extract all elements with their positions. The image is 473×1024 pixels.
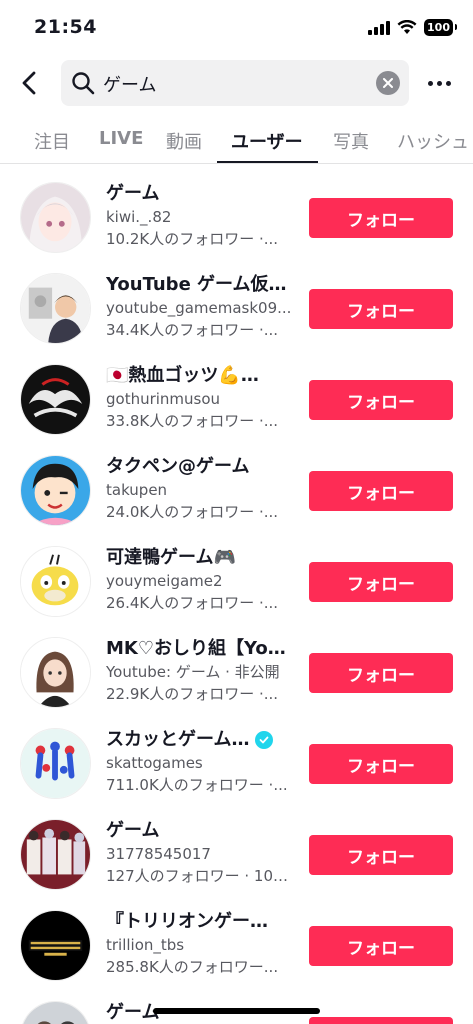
user-id: trillion_tbs xyxy=(106,936,185,954)
list-item[interactable]: タクペン@ゲーム takupen 24.0K人のフォロワー ·... フォロー xyxy=(0,437,473,528)
list-item[interactable]: ゲーム kiwi._.82 10.2K人のフォロワー ·... フォロー xyxy=(0,164,473,255)
user-id: takupen xyxy=(106,481,168,499)
cellular-signal-icon xyxy=(368,20,390,35)
follower-count: 285.8K人のフォロワー... xyxy=(106,958,279,976)
user-name: スカッとゲーム… xyxy=(106,728,296,752)
follower-count: 127人のフォロワー · 10… xyxy=(106,867,289,885)
user-name: タクペン@ゲーム xyxy=(106,456,250,477)
tab-hashtags[interactable]: ハッシュ xyxy=(397,128,469,154)
tab-users[interactable]: ユーザー xyxy=(231,128,303,154)
back-button[interactable] xyxy=(14,68,44,98)
user-name: ゲーム xyxy=(106,183,160,204)
search-tabs: 注目 LIVE 動画 ユーザー 写真 ハッシュ xyxy=(0,118,473,164)
avatar[interactable] xyxy=(20,182,91,253)
user-id: youymeigame2 xyxy=(106,572,223,590)
follow-button[interactable]: フォロー xyxy=(309,1017,453,1024)
list-item[interactable]: 可達鴨ゲーム🎮 youymeigame2 26.4K人のフォロワー ·... フ… xyxy=(0,528,473,619)
user-name: 可達鴨ゲーム🎮 xyxy=(106,547,236,568)
follow-button[interactable]: フォロー xyxy=(309,198,453,238)
user-info: MK♡おしり組【Yo… Youtube: ゲーム · 非公開 22.9K人のフォ… xyxy=(106,637,296,705)
list-item[interactable]: ゲーム 31778545017 127人のフォロワー · 10… フォロー xyxy=(0,801,473,892)
list-item[interactable]: ゲーム フォロー xyxy=(0,983,473,1024)
user-id: 31778545017 xyxy=(106,845,211,863)
user-info: タクペン@ゲーム takupen 24.0K人のフォロワー ·... xyxy=(106,455,296,523)
user-name: 🇯🇵熱血ゴッツ💪… xyxy=(106,365,259,386)
user-info: 『トリリオンゲー… trillion_tbs 285.8K人のフォロワー... xyxy=(106,910,296,978)
close-icon xyxy=(383,78,393,88)
follower-count: 711.0K人のフォロワー ·... xyxy=(106,776,288,794)
avatar[interactable] xyxy=(20,364,91,435)
follow-button[interactable]: フォロー xyxy=(309,835,453,875)
tab-top[interactable]: 注目 xyxy=(34,128,70,154)
user-info: YouTube ゲーム仮… youtube_gamemask09... 34.4… xyxy=(106,273,296,341)
user-id: skattogames xyxy=(106,754,203,772)
search-header: ゲーム xyxy=(0,60,473,106)
tab-photos[interactable]: 写真 xyxy=(333,128,369,154)
list-item[interactable]: 『トリリオンゲー… trillion_tbs 285.8K人のフォロワー... … xyxy=(0,892,473,983)
follower-count: 10.2K人のフォロワー ·... xyxy=(106,230,279,248)
user-name: 『トリリオンゲー… xyxy=(106,911,268,932)
user-name: MK♡おしり組【Yo… xyxy=(106,638,286,659)
verified-badge-icon xyxy=(255,731,274,749)
user-info: ゲーム 31778545017 127人のフォロワー · 10… xyxy=(106,819,296,887)
avatar[interactable] xyxy=(20,910,91,981)
user-name: YouTube ゲーム仮… xyxy=(106,274,287,295)
user-info: ゲーム kiwi._.82 10.2K人のフォロワー ·... xyxy=(106,182,296,250)
follow-button[interactable]: フォロー xyxy=(309,289,453,329)
battery-icon: 100 xyxy=(424,19,457,36)
user-results-list: ゲーム kiwi._.82 10.2K人のフォロワー ·... フォロー You… xyxy=(0,164,473,1024)
avatar[interactable] xyxy=(20,455,91,526)
avatar[interactable] xyxy=(20,819,91,890)
user-id: kiwi._.82 xyxy=(106,208,172,226)
avatar[interactable] xyxy=(20,637,91,708)
list-item[interactable]: 🇯🇵熱血ゴッツ💪… gothurinmusou 33.8K人のフォロワー ·..… xyxy=(0,346,473,437)
user-info: 🇯🇵熱血ゴッツ💪… gothurinmusou 33.8K人のフォロワー ·..… xyxy=(106,364,296,432)
follower-count: 33.8K人のフォロワー ·... xyxy=(106,412,279,430)
status-icons: 100 xyxy=(368,19,457,36)
status-time: 21:54 xyxy=(34,16,97,38)
user-info: 可達鴨ゲーム🎮 youymeigame2 26.4K人のフォロワー ·... xyxy=(106,546,296,614)
follow-button[interactable]: フォロー xyxy=(309,653,453,693)
more-options-button[interactable] xyxy=(424,68,454,98)
search-query: ゲーム xyxy=(103,75,157,96)
user-info: スカッとゲーム… skattogames 711.0K人のフォロワー ·... xyxy=(106,728,296,796)
follower-count: 22.9K人のフォロワー ·... xyxy=(106,685,279,703)
follower-count: 24.0K人のフォロワー ·... xyxy=(106,503,279,521)
avatar[interactable] xyxy=(20,546,91,617)
list-item[interactable]: スカッとゲーム… skattogames 711.0K人のフォロワー ·... … xyxy=(0,710,473,801)
list-item[interactable]: YouTube ゲーム仮… youtube_gamemask09... 34.4… xyxy=(0,255,473,346)
user-id: gothurinmusou xyxy=(106,390,221,408)
follow-button[interactable]: フォロー xyxy=(309,926,453,966)
follow-button[interactable]: フォロー xyxy=(309,380,453,420)
follower-count: 34.4K人のフォロワー ·... xyxy=(106,321,279,339)
follow-button[interactable]: フォロー xyxy=(309,471,453,511)
clear-search-button[interactable] xyxy=(376,71,400,95)
follow-button[interactable]: フォロー xyxy=(309,562,453,602)
avatar[interactable] xyxy=(20,728,91,799)
tab-videos[interactable]: 動画 xyxy=(166,128,202,154)
home-indicator[interactable] xyxy=(153,1008,320,1014)
user-id: youtube_gamemask09... xyxy=(106,299,292,317)
avatar[interactable] xyxy=(20,273,91,344)
search-icon xyxy=(72,72,95,95)
wifi-icon xyxy=(397,20,417,34)
chevron-left-icon xyxy=(22,71,36,95)
follower-count: 26.4K人のフォロワー ·... xyxy=(106,594,279,612)
user-id: Youtube: ゲーム · 非公開 xyxy=(106,663,280,681)
user-name: ゲーム xyxy=(106,820,160,841)
list-item[interactable]: MK♡おしり組【Yo… Youtube: ゲーム · 非公開 22.9K人のフォ… xyxy=(0,619,473,710)
status-bar: 21:54 100 xyxy=(0,0,473,56)
search-input[interactable]: ゲーム xyxy=(61,60,409,106)
tab-live[interactable]: LIVE xyxy=(99,128,143,149)
avatar[interactable] xyxy=(20,1001,91,1024)
follow-button[interactable]: フォロー xyxy=(309,744,453,784)
